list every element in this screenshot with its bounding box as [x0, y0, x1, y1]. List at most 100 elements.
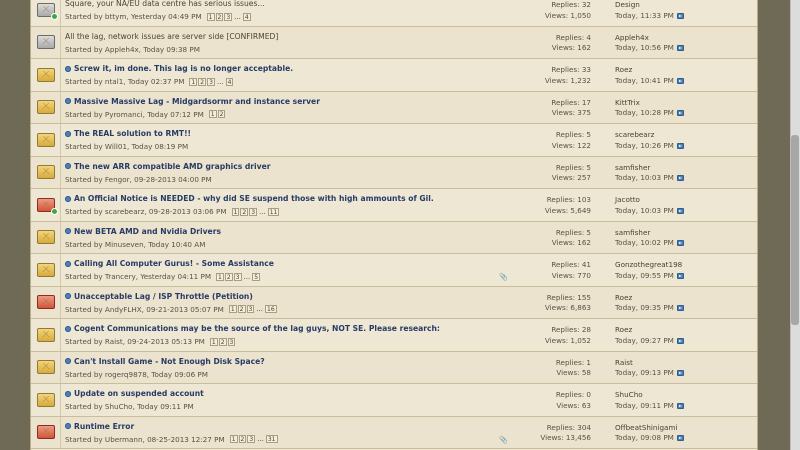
topic-row[interactable]: Update on suspended account Started by S… [31, 384, 757, 417]
go-to-last-post-icon[interactable] [676, 12, 684, 19]
scrollbar-thumb[interactable] [791, 135, 799, 325]
go-to-first-unread-icon[interactable] [65, 130, 71, 137]
last-poster-link[interactable]: samfisher [615, 163, 755, 174]
replies-count[interactable]: Replies: 5 [501, 130, 591, 141]
go-to-last-post-icon[interactable] [676, 45, 684, 52]
replies-count[interactable]: Replies: 5 [501, 163, 591, 174]
go-to-first-unread-icon[interactable] [65, 293, 71, 299]
last-poster-link[interactable]: Gonzothegreat198 [615, 260, 755, 271]
topic-row[interactable]: Runtime Error Started by Ubermann, 08-25… [31, 416, 757, 449]
page-link[interactable]: 1 [208, 110, 217, 118]
last-poster-link[interactable]: Appleh4x [615, 33, 755, 44]
page-link[interactable]: 3 [224, 12, 233, 21]
topic-title-link[interactable]: The REAL solution to RMT!! [74, 129, 191, 138]
page-link[interactable]: 1 [228, 305, 237, 313]
topic-title-link[interactable]: Runtime Error [74, 422, 134, 431]
page-link[interactable]: 3 [227, 337, 236, 346]
page-link[interactable]: 1 [206, 12, 215, 21]
last-poster-link[interactable]: Roez [615, 293, 755, 304]
go-to-last-post-icon[interactable] [676, 337, 684, 344]
vertical-scrollbar[interactable] [790, 0, 800, 450]
page-link[interactable]: 2 [218, 337, 227, 346]
go-to-first-unread-icon[interactable] [65, 65, 71, 72]
replies-count[interactable]: Replies: 103 [501, 195, 591, 206]
page-link[interactable]: 1 [189, 77, 198, 86]
last-page-link[interactable]: 16 [265, 305, 277, 313]
topic-title-link[interactable]: Update on suspended account [74, 389, 204, 398]
last-poster-link[interactable]: ShuCho [615, 390, 755, 401]
go-to-first-unread-icon[interactable] [65, 358, 71, 364]
last-page-link[interactable]: 31 [265, 435, 278, 443]
last-poster-link[interactable]: Jacotto [615, 195, 755, 206]
last-poster-link[interactable]: Roez [615, 65, 755, 76]
page-link[interactable]: 1 [231, 207, 240, 216]
replies-count[interactable]: Replies: 33 [501, 65, 591, 76]
page-link[interactable]: 3 [207, 77, 215, 86]
topic-title-link[interactable]: New BETA AMD and Nvidia Drivers [74, 227, 221, 236]
topic-row[interactable]: Screw it, im done. This lag is no longer… [31, 59, 757, 92]
go-to-first-unread-icon[interactable] [65, 390, 71, 397]
last-poster-link[interactable]: samfisher [615, 228, 755, 239]
page-link[interactable]: 2 [217, 110, 226, 118]
go-to-last-post-icon[interactable] [676, 370, 684, 377]
replies-count[interactable]: Replies: 17 [501, 98, 591, 109]
page-link[interactable]: 3 [233, 272, 242, 281]
topic-row[interactable]: The new ARR compatible AMD graphics driv… [31, 156, 757, 189]
go-to-first-unread-icon[interactable] [65, 325, 71, 332]
go-to-first-unread-icon[interactable] [65, 423, 71, 429]
go-to-last-post-icon[interactable] [676, 240, 684, 247]
replies-count[interactable]: Replies: 155 [501, 293, 591, 304]
topic-row[interactable]: An Official Notice is NEEDED - why did S… [31, 189, 757, 222]
last-page-link[interactable]: 11 [267, 207, 280, 216]
go-to-first-unread-icon[interactable] [65, 260, 71, 267]
go-to-last-post-icon[interactable] [676, 175, 684, 182]
topic-title-link[interactable]: All the lag, network issues are server s… [65, 32, 278, 41]
go-to-first-unread-icon[interactable] [65, 98, 71, 104]
topic-row[interactable]: New BETA AMD and Nvidia Drivers Started … [31, 221, 757, 254]
topic-title-link[interactable]: Cogent Communications may be the source … [74, 324, 440, 333]
page-link[interactable]: 1 [216, 272, 224, 281]
go-to-first-unread-icon[interactable] [65, 228, 71, 234]
last-poster-link[interactable]: OffbeatShinigami [615, 423, 755, 434]
last-page-link[interactable]: 5 [252, 272, 261, 281]
topic-row[interactable]: The REAL solution to RMT!! Started by Wi… [31, 124, 757, 157]
last-poster-link[interactable]: Roez [615, 325, 755, 336]
go-to-last-post-icon[interactable] [676, 77, 684, 84]
topic-title-link[interactable]: An Official Notice is NEEDED - why did S… [74, 194, 434, 203]
page-link[interactable]: 2 [224, 272, 233, 281]
go-to-first-unread-icon[interactable] [65, 195, 71, 202]
topic-row[interactable]: Unacceptable Lag / ISP Throttle (Petitio… [31, 286, 757, 319]
go-to-last-post-icon[interactable] [676, 142, 684, 149]
page-link[interactable]: 1 [229, 435, 238, 443]
replies-count[interactable]: Replies: 32 [501, 0, 591, 11]
page-link[interactable]: 3 [249, 207, 258, 216]
topic-title-link[interactable]: The new ARR compatible AMD graphics driv… [74, 162, 271, 171]
page-link[interactable]: 2 [198, 77, 207, 86]
go-to-last-post-icon[interactable] [676, 402, 684, 409]
last-poster-link[interactable]: KittTrix [615, 98, 755, 109]
last-poster-link[interactable]: Design [615, 0, 755, 11]
last-poster-link[interactable]: Raist [615, 358, 755, 369]
go-to-last-post-icon[interactable] [676, 272, 684, 279]
topic-title-link[interactable]: Massive Massive Lag - Midgardsormr and i… [74, 97, 320, 106]
replies-count[interactable]: Replies: 5 [501, 228, 591, 239]
go-to-last-post-icon[interactable] [676, 435, 684, 442]
topic-row[interactable]: Can't Install Game - Not Enough Disk Spa… [31, 351, 757, 384]
last-poster-link[interactable]: scarebearz [615, 130, 755, 141]
replies-count[interactable]: Replies: 4 [501, 33, 591, 44]
page-link[interactable]: 2 [237, 305, 246, 313]
replies-count[interactable]: Replies: 41 [501, 260, 591, 271]
page-link[interactable]: 1 [209, 337, 218, 346]
topic-row[interactable]: Calling All Computer Gurus! - Some Assis… [31, 254, 757, 287]
topic-title-link[interactable]: Square, your NA/EU data centre has serio… [65, 0, 265, 8]
go-to-last-post-icon[interactable] [676, 207, 684, 214]
replies-count[interactable]: Replies: 28 [501, 325, 591, 336]
topic-row[interactable]: Cogent Communications may be the source … [31, 319, 757, 352]
last-page-link[interactable]: 4 [242, 12, 251, 21]
go-to-last-post-icon[interactable] [676, 110, 684, 117]
replies-count[interactable]: Replies: 1 [501, 358, 591, 369]
page-link[interactable]: 3 [247, 435, 256, 443]
last-page-link[interactable]: 4 [225, 77, 234, 86]
page-link[interactable]: 2 [240, 207, 249, 216]
replies-count[interactable]: Replies: 304 [501, 423, 591, 434]
